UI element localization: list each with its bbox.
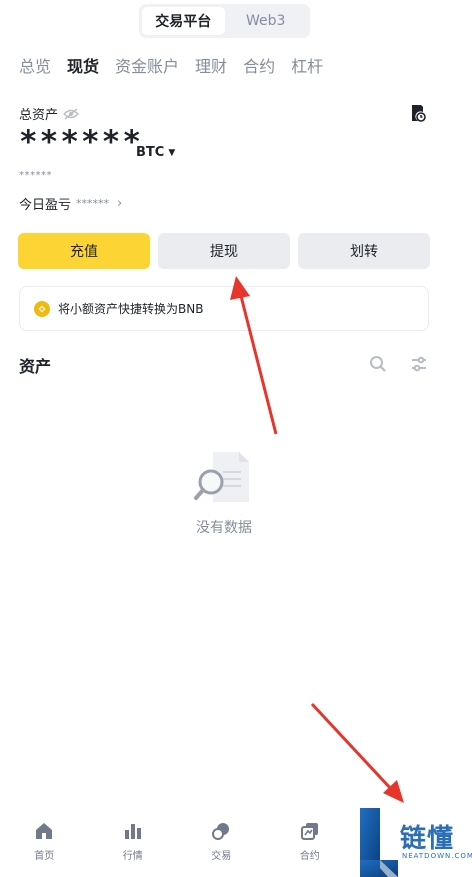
watermark-logo: 链懂 NEATDOWN.COM xyxy=(358,808,472,877)
history-icon[interactable] xyxy=(410,104,426,126)
bnb-convert-banner[interactable]: 将小额资产快捷转换为BNB xyxy=(19,286,429,331)
nav-home-label: 首页 xyxy=(34,851,55,862)
nav-markets-label: 行情 xyxy=(122,851,143,862)
withdraw-button[interactable]: 提现 xyxy=(158,233,290,269)
caret-down-icon: ▼ xyxy=(168,147,176,158)
tab-margin[interactable]: 杠杆 xyxy=(291,56,323,78)
watermark-title: 链懂 xyxy=(400,824,455,854)
bnb-icon xyxy=(34,300,50,317)
currency-selector[interactable]: BTC ▼ xyxy=(136,145,175,160)
eye-hidden-icon[interactable] xyxy=(63,107,80,120)
currency-label: BTC xyxy=(136,145,165,160)
filter-icon[interactable] xyxy=(410,355,428,377)
pnl-value: ****** xyxy=(76,197,110,210)
empty-state-icon xyxy=(193,450,255,512)
nav-home[interactable]: 首页 xyxy=(0,813,89,877)
tab-funding[interactable]: 资金账户 xyxy=(115,56,179,78)
assets-title: 资产 xyxy=(19,357,52,376)
nav-futures-label: 合约 xyxy=(299,851,320,862)
nav-trade-label: 交易 xyxy=(211,851,232,862)
account-tabs: 总览 现货 资金账户 理财 合约 杠杆 xyxy=(19,56,339,78)
tab-futures[interactable]: 合约 xyxy=(243,56,275,78)
sub-balance: ****** xyxy=(19,170,52,181)
home-icon xyxy=(36,823,53,839)
pnl-label: 今日盈亏 xyxy=(19,198,72,213)
trade-icon xyxy=(212,823,230,840)
segment-web3[interactable]: Web3 xyxy=(225,7,308,35)
banner-text: 将小额资产快捷转换为BNB xyxy=(58,302,204,316)
empty-state-text: 没有数据 xyxy=(196,520,252,536)
watermark-sub: NEATDOWN.COM xyxy=(402,852,472,860)
total-assets-label: 总资产 xyxy=(19,104,80,123)
tab-overview[interactable]: 总览 xyxy=(19,56,51,78)
nav-trade[interactable]: 交易 xyxy=(177,813,266,877)
platform-switch: 交易平台 Web3 xyxy=(139,4,310,38)
total-assets-text: 总资产 xyxy=(19,108,59,123)
tab-spot[interactable]: 现货 xyxy=(67,56,99,78)
search-icon[interactable] xyxy=(369,355,387,377)
watermark-l-icon xyxy=(360,808,398,877)
tab-earn[interactable]: 理财 xyxy=(195,56,227,78)
arrow-to-nav xyxy=(310,702,394,792)
segment-exchange[interactable]: 交易平台 xyxy=(142,7,225,35)
today-pnl[interactable]: 今日盈亏 ****** › xyxy=(19,194,122,213)
nav-markets[interactable]: 行情 xyxy=(89,813,178,877)
deposit-button[interactable]: 充值 xyxy=(18,233,150,269)
chevron-right-icon: › xyxy=(117,196,123,211)
transfer-button[interactable]: 划转 xyxy=(298,233,430,269)
markets-icon xyxy=(124,824,141,839)
nav-futures[interactable]: 合约 xyxy=(266,813,355,877)
arrow-head-nav xyxy=(383,780,404,803)
futures-icon xyxy=(300,823,318,840)
balance-value: ****** xyxy=(19,124,143,160)
